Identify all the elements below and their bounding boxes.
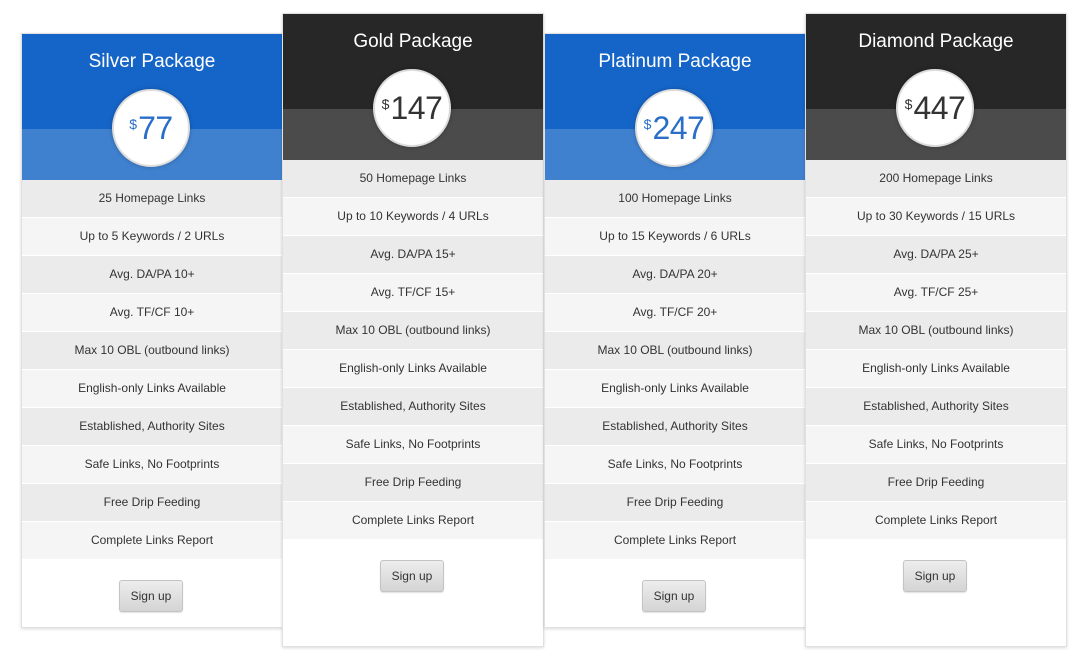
price-amount: 147 — [390, 89, 443, 126]
feature-item: Avg. DA/PA 25+ — [806, 236, 1066, 274]
card-footer: Sign up — [22, 560, 282, 635]
feature-item: Up to 5 Keywords / 2 URLs — [22, 218, 282, 256]
plan-title: Platinum Package — [598, 51, 752, 72]
feature-item: Avg. TF/CF 20+ — [545, 294, 805, 332]
feature-list: 100 Homepage Links Up to 15 Keywords / 6… — [545, 180, 805, 560]
feature-item: 200 Homepage Links — [806, 160, 1066, 198]
feature-item: English-only Links Available — [545, 370, 805, 408]
card-footer: Sign up — [545, 560, 805, 635]
card-header: Diamond Package $ 447 — [806, 14, 1066, 160]
feature-item: Safe Links, No Footprints — [22, 446, 282, 484]
feature-item: Up to 30 Keywords / 15 URLs — [806, 198, 1066, 236]
feature-item: Avg. TF/CF 25+ — [806, 274, 1066, 312]
feature-item: Max 10 OBL (outbound links) — [806, 312, 1066, 350]
feature-item: Free Drip Feeding — [806, 464, 1066, 502]
feature-item: English-only Links Available — [22, 370, 282, 408]
currency-symbol: $ — [381, 96, 390, 112]
feature-item: Established, Authority Sites — [283, 388, 543, 426]
price-badge: $ 247 — [635, 89, 713, 167]
feature-item: Complete Links Report — [283, 502, 543, 540]
signup-button-gold[interactable]: Sign up — [380, 560, 444, 592]
feature-item: Max 10 OBL (outbound links) — [545, 332, 805, 370]
signup-button-platinum[interactable]: Sign up — [642, 580, 706, 612]
signup-button-diamond[interactable]: Sign up — [903, 560, 967, 592]
pricing-card-platinum: Platinum Package $ 247 100 Homepage Link… — [544, 33, 806, 628]
feature-item: Max 10 OBL (outbound links) — [22, 332, 282, 370]
card-header: Gold Package $ 147 — [283, 14, 543, 160]
card-footer: Sign up — [806, 540, 1066, 615]
feature-item: Established, Authority Sites — [22, 408, 282, 446]
price-badge: $ 447 — [896, 69, 974, 147]
feature-item: Established, Authority Sites — [545, 408, 805, 446]
feature-item: English-only Links Available — [806, 350, 1066, 388]
pricing-card-gold: Gold Package $ 147 50 Homepage Links Up … — [282, 13, 544, 647]
price-amount: 77 — [138, 109, 173, 146]
price-badge: $ 147 — [373, 69, 451, 147]
currency-symbol: $ — [904, 96, 913, 112]
feature-item: 50 Homepage Links — [283, 160, 543, 198]
pricing-card-diamond: Diamond Package $ 447 200 Homepage Links… — [805, 13, 1067, 647]
pricing-card-silver: Silver Package $ 77 25 Homepage Links Up… — [21, 33, 283, 628]
feature-item: Avg. DA/PA 20+ — [545, 256, 805, 294]
card-header: Silver Package $ 77 — [22, 34, 282, 180]
feature-item: Safe Links, No Footprints — [545, 446, 805, 484]
price-amount: 447 — [913, 89, 966, 126]
price-badge: $ 77 — [112, 89, 190, 167]
feature-item: Up to 10 Keywords / 4 URLs — [283, 198, 543, 236]
feature-item: Max 10 OBL (outbound links) — [283, 312, 543, 350]
feature-list: 25 Homepage Links Up to 5 Keywords / 2 U… — [22, 180, 282, 560]
plan-title: Diamond Package — [858, 31, 1014, 52]
feature-item: 25 Homepage Links — [22, 180, 282, 218]
price-amount: 247 — [652, 109, 705, 146]
feature-item: Complete Links Report — [22, 522, 282, 560]
feature-item: Up to 15 Keywords / 6 URLs — [545, 218, 805, 256]
feature-item: Complete Links Report — [545, 522, 805, 560]
feature-item: Free Drip Feeding — [283, 464, 543, 502]
currency-symbol: $ — [129, 116, 138, 132]
feature-item: Complete Links Report — [806, 502, 1066, 540]
feature-item: Avg. TF/CF 10+ — [22, 294, 282, 332]
feature-item: Avg. TF/CF 15+ — [283, 274, 543, 312]
feature-item: English-only Links Available — [283, 350, 543, 388]
currency-symbol: $ — [643, 116, 652, 132]
feature-item: Safe Links, No Footprints — [283, 426, 543, 464]
feature-item: 100 Homepage Links — [545, 180, 805, 218]
feature-item: Free Drip Feeding — [545, 484, 805, 522]
feature-item: Safe Links, No Footprints — [806, 426, 1066, 464]
card-footer: Sign up — [283, 540, 543, 615]
feature-item: Free Drip Feeding — [22, 484, 282, 522]
feature-item: Avg. DA/PA 15+ — [283, 236, 543, 274]
feature-item: Established, Authority Sites — [806, 388, 1066, 426]
plan-title: Silver Package — [88, 51, 216, 72]
plan-title: Gold Package — [353, 31, 473, 52]
card-header: Platinum Package $ 247 — [545, 34, 805, 180]
feature-item: Avg. DA/PA 10+ — [22, 256, 282, 294]
feature-list: 200 Homepage Links Up to 30 Keywords / 1… — [806, 160, 1066, 540]
signup-button-silver[interactable]: Sign up — [119, 580, 183, 612]
feature-list: 50 Homepage Links Up to 10 Keywords / 4 … — [283, 160, 543, 540]
